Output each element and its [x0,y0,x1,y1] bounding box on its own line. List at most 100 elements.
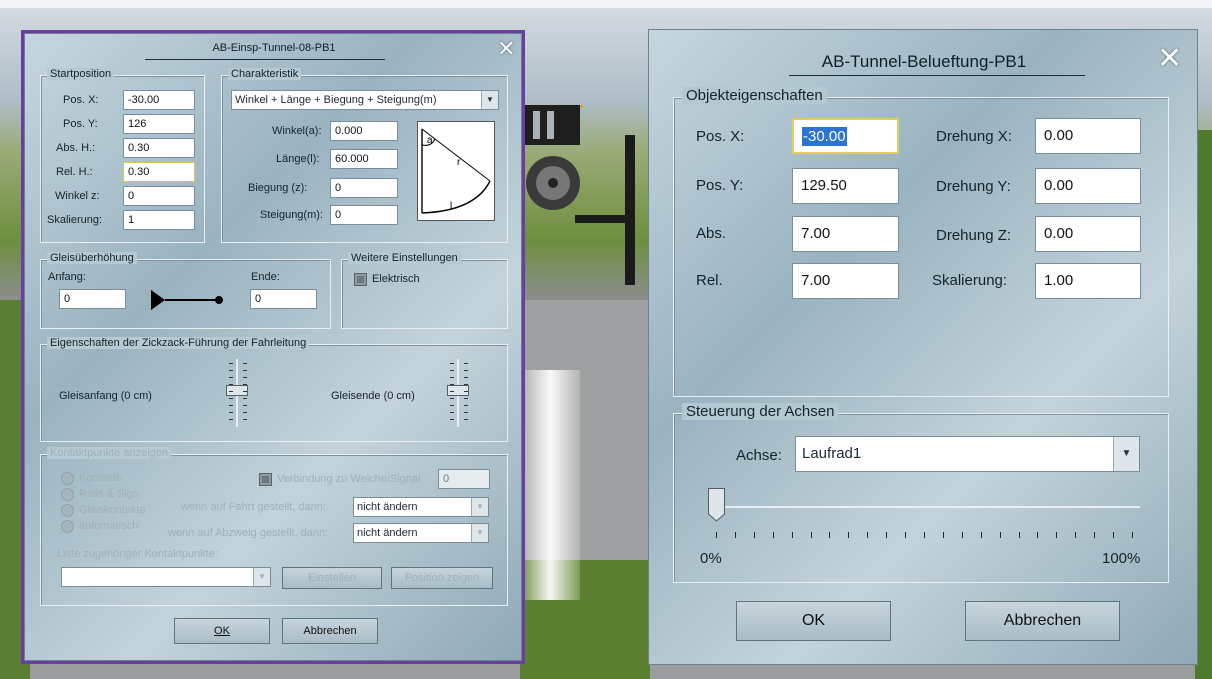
title-underline [789,75,1085,76]
verbindung-input[interactable]: 0 [438,469,490,489]
gleisanfang-slider[interactable] [223,359,251,427]
radio-gleiskontakte[interactable] [61,504,74,517]
biegung-input[interactable]: 0 [330,178,398,198]
achse-slider-track[interactable] [708,506,1140,508]
chevron-down-icon[interactable]: ▼ [253,568,270,586]
skalierung-input[interactable]: 1 [123,210,195,230]
slider-tick [464,391,468,392]
zickzack-group: Eigenschaften der Zickzack-Führung der F… [40,337,508,442]
chevron-down-icon[interactable]: ▼ [1113,437,1139,471]
abbrechen-button[interactable]: Abbrechen [965,601,1120,641]
winkel-a-label: Winkel(a): [272,125,322,137]
drehung-y-label: Drehung Y: [936,178,1011,195]
abzweig-select[interactable]: nicht ändern ▼ [353,523,489,543]
slider-tick [464,384,468,385]
slider-tick [243,384,247,385]
group-legend: Eigenschaften der Zickzack-Führung der F… [47,337,310,349]
kontaktpunkte-list-select[interactable]: ▼ [61,567,271,587]
background-wagon [525,105,635,285]
verbindung-checkbox[interactable] [259,473,272,486]
gleisende-slider[interactable] [444,359,472,427]
slider-tick [243,363,247,364]
object-properties-dialog: AB-Tunnel-Belueftung-PB1 ✕ Objekteigensc… [648,29,1198,665]
elektrisch-checkbox[interactable] [354,273,367,286]
ok-button[interactable]: OK [174,618,270,644]
slider-tick [464,363,468,364]
slider-tick [716,532,717,538]
drehung-x-label: Drehung X: [936,128,1012,145]
diagram-label-a: a [427,135,433,146]
rel-h-label: Rel. H.: [56,166,93,178]
slider-tick [1094,532,1096,538]
winkel-z-input[interactable]: 0 [123,186,195,206]
slider-tick [229,384,233,385]
anfang-input[interactable]: 0 [59,289,126,309]
fahrt-select[interactable]: nicht ändern ▼ [353,497,489,517]
ok-button-label: OK [801,612,826,629]
abzweig-label: wenn auf Abzweig gestellt, dann: [168,527,329,539]
abs-h-label: Abs. H.: [56,142,96,154]
track-properties-dialog: AB-Einsp-Tunnel-08-PB1 ✕ Startposition P… [24,33,522,661]
drehung-x-input[interactable]: 0.00 [1035,118,1141,154]
rel-h-input[interactable]: 0.30 [123,162,195,182]
group-legend: Kontaktpunkte anzeigen [47,447,172,459]
radio-rails-sigs[interactable] [61,488,74,501]
pos-x-input[interactable]: -30.00 [123,90,195,110]
achse-slider-thumb[interactable] [708,488,725,522]
slider-tick [1113,532,1115,538]
slider-tick [243,398,247,399]
drehung-z-label: Drehung Z: [936,227,1012,244]
ende-input[interactable]: 0 [250,289,317,309]
ok-button[interactable]: OK [736,601,891,641]
drehung-z-input[interactable]: 0.00 [1035,216,1141,252]
abs-h-input[interactable]: 0.30 [123,138,195,158]
rel-label: Rel. [696,272,723,289]
verbindung-label: Verbindung zu Weiche/Signal [277,473,421,485]
abs-input[interactable]: 7.00 [792,216,899,252]
close-icon[interactable]: ✕ [1157,44,1182,74]
radio-kontakte[interactable] [61,472,74,485]
slider-tick [243,405,247,406]
title-underline [145,59,385,60]
abbrechen-button-label: Abbrechen [303,625,357,637]
close-icon[interactable]: ✕ [497,38,515,60]
drehung-y-input[interactable]: 0.00 [1035,168,1141,204]
slider-tick [464,412,468,413]
radio-automatisch[interactable] [61,520,74,533]
chevron-down-icon[interactable]: ▼ [481,91,498,109]
background-light-beam [520,370,580,600]
charakteristik-select[interactable]: Winkel + Länge + Biegung + Steigung(m) ▼ [231,90,499,110]
pos-x-label: Pos. X: [63,94,99,106]
slider-tick [464,398,468,399]
group-legend: Objekteigenschaften [682,87,827,104]
chevron-down-icon[interactable]: ▼ [471,498,488,516]
laenge-input[interactable]: 60.000 [330,149,398,169]
dialog-title: AB-Einsp-Tunnel-08-PB1 [212,42,336,54]
slider-tick [450,391,454,392]
rel-input[interactable]: 7.00 [792,263,899,299]
einstellen-button[interactable]: Einstellen [282,567,382,589]
winkel-a-input[interactable]: 0.000 [330,121,398,141]
chevron-down-icon[interactable]: ▼ [471,524,488,542]
abbrechen-button[interactable]: Abbrechen [282,618,378,644]
steigung-input[interactable]: 0 [330,205,398,225]
pos-y-input[interactable]: 126 [123,114,195,134]
pos-x-input[interactable]: -30.00 [792,118,899,154]
slider-tick [791,532,793,538]
charakteristik-group: Charakteristik Winkel + Länge + Biegung … [221,68,508,243]
weitere-einstellungen-group: Weitere Einstellungen Elektrisch [341,252,508,329]
slider-tick [229,405,233,406]
achse-select[interactable]: Laufrad1 ▼ [795,436,1140,472]
ende-label: Ende: [251,271,280,283]
pos-y-label: Pos. Y: [696,177,744,194]
fahrt-select-value: nicht ändern [357,501,418,513]
skalierung-input[interactable]: 1.00 [1035,263,1141,299]
pos-y-input[interactable]: 129.50 [792,168,899,204]
slider-tick [243,419,247,420]
slider-tick [999,532,1001,538]
slider-tick [848,532,850,538]
group-legend: Gleisüberhöhung [47,252,137,264]
slider-tick [229,377,233,378]
anfang-label: Anfang: [48,271,86,283]
position-zeigen-button[interactable]: Position zeigen [391,567,493,589]
